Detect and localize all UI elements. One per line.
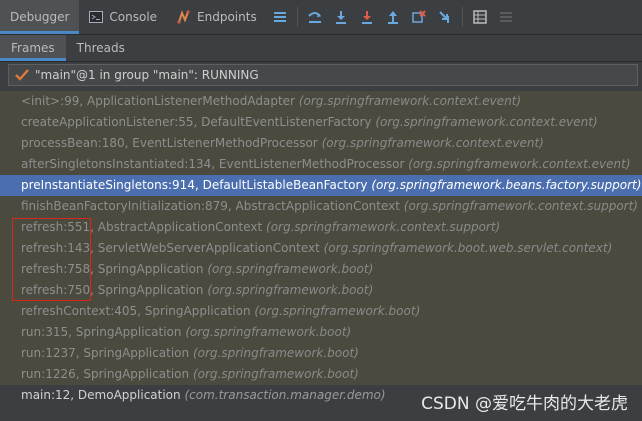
frame-package: (org.springframework.context.support) — [266, 220, 501, 234]
frames-list: <init>:99, ApplicationListenerMethodAdap… — [0, 91, 642, 421]
check-icon — [15, 69, 29, 81]
frame-package: (org.springframework.context.event) — [298, 94, 522, 108]
show-execution-point-icon[interactable] — [302, 4, 328, 30]
frame-method: refresh:143, ServletWebServerApplication… — [21, 241, 320, 255]
frame-method: <init>:99, ApplicationListenerMethodAdap… — [21, 94, 295, 108]
thread-selector[interactable]: "main"@1 in group "main": RUNNING — [8, 64, 638, 86]
run-to-cursor-icon[interactable] — [432, 4, 458, 30]
frame-package: (org.springframework.beans.factory.suppo… — [371, 178, 642, 192]
frame-method: refresh:758, SpringApplication — [21, 262, 204, 276]
toolbar-separator — [461, 7, 463, 27]
frame-method: processBean:180, EventListenerMethodProc… — [21, 136, 318, 150]
toolbar-separator — [296, 7, 298, 27]
frame-package: (org.springframework.boot) — [207, 283, 374, 297]
frame-package: (org.springframework.boot) — [207, 262, 374, 276]
frame-method: run:1237, SpringApplication — [21, 346, 190, 360]
tab-console-label: Console — [109, 10, 158, 24]
frame-package: (org.springframework.context.event) — [408, 157, 631, 171]
endpoints-icon — [177, 10, 191, 24]
frame-method: refresh:750, SpringApplication — [21, 283, 204, 297]
tab-debugger[interactable]: Debugger — [0, 0, 80, 34]
tab-threads[interactable]: Threads — [66, 35, 136, 61]
frame-row[interactable]: <init>:99, ApplicationListenerMethodAdap… — [0, 91, 642, 112]
frame-package: (org.springframework.boot) — [254, 304, 421, 318]
thread-label: "main"@1 in group "main": RUNNING — [35, 68, 259, 82]
tab-endpoints[interactable]: Endpoints — [167, 0, 267, 34]
tab-endpoints-label: Endpoints — [197, 10, 257, 24]
frame-row[interactable]: refresh:551, AbstractApplicationContext … — [0, 217, 642, 238]
frame-row[interactable]: refreshContext:405, SpringApplication (o… — [0, 301, 642, 322]
frame-row[interactable]: refresh:758, SpringApplication (org.spri… — [0, 259, 642, 280]
trace-icon[interactable] — [493, 4, 519, 30]
frame-row[interactable]: finishBeanFactoryInitialization:879, Abs… — [0, 196, 642, 217]
step-out-icon[interactable] — [380, 4, 406, 30]
frame-method: afterSingletonsInstantiated:134, EventLi… — [21, 157, 405, 171]
frame-package: (org.springframework.context.support) — [403, 199, 638, 213]
frame-method: run:315, SpringApplication — [21, 325, 182, 339]
tab-frames[interactable]: Frames — [0, 35, 66, 61]
frame-row[interactable]: processBean:180, EventListenerMethodProc… — [0, 133, 642, 154]
evaluate-expression-icon[interactable] — [467, 4, 493, 30]
frame-method: refresh:551, AbstractApplicationContext — [21, 220, 263, 234]
frame-package: (com.transaction.manager.demo) — [184, 388, 386, 402]
frame-row[interactable]: preInstantiateSingletons:914, DefaultLis… — [0, 175, 642, 196]
menu-icon[interactable] — [267, 4, 293, 30]
console-icon — [89, 11, 104, 23]
step-into-icon[interactable] — [354, 4, 380, 30]
frame-row[interactable]: run:315, SpringApplication (org.springfr… — [0, 322, 642, 343]
frame-row[interactable]: afterSingletonsInstantiated:134, EventLi… — [0, 154, 642, 175]
frame-package: (org.springframework.boot) — [185, 325, 352, 339]
frame-row[interactable]: refresh:750, SpringApplication (org.spri… — [0, 280, 642, 301]
frame-package: (org.springframework.context.event) — [321, 136, 544, 150]
debug-toolbar: Debugger Console Endpoints — [0, 0, 642, 35]
frame-method: run:1226, SpringApplication — [21, 367, 190, 381]
frame-package: (org.springframework.boot) — [192, 346, 359, 360]
tab-debugger-label: Debugger — [10, 10, 70, 24]
frame-row[interactable]: createApplicationListener:55, DefaultEve… — [0, 112, 642, 133]
frame-package: (org.springframework.boot) — [192, 367, 359, 381]
frame-package: (org.springframework.context.event) — [375, 115, 598, 129]
frames-threads-tabs: Frames Threads — [0, 35, 642, 62]
frame-method: finishBeanFactoryInitialization:879, Abs… — [21, 199, 400, 213]
frame-method: createApplicationListener:55, DefaultEve… — [21, 115, 372, 129]
frame-row[interactable]: run:1237, SpringApplication (org.springf… — [0, 343, 642, 364]
frame-row[interactable]: refresh:143, ServletWebServerApplication… — [0, 238, 642, 259]
watermark: CSDN @爱吃牛肉的大老虎 — [421, 394, 628, 414]
frame-method: main:12, DemoApplication — [21, 388, 181, 402]
frame-package: (org.springframework.boot.web.servlet.co… — [323, 241, 613, 255]
step-over-icon[interactable] — [328, 4, 354, 30]
frame-method: preInstantiateSingletons:914, DefaultLis… — [21, 178, 368, 192]
tab-console[interactable]: Console — [79, 0, 167, 34]
frame-method: refreshContext:405, SpringApplication — [21, 304, 251, 318]
drop-frame-icon[interactable] — [406, 4, 432, 30]
frame-row[interactable]: run:1226, SpringApplication (org.springf… — [0, 364, 642, 385]
